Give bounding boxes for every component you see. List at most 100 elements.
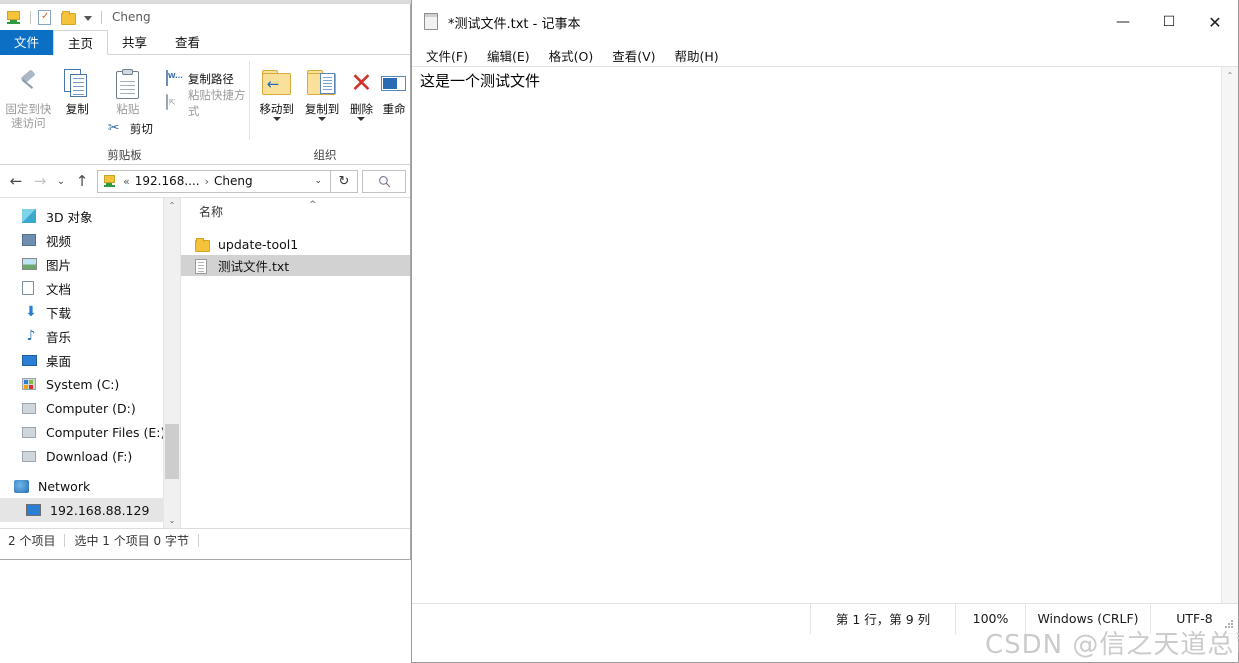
tree-item-label: 3D 对象 <box>46 209 93 225</box>
status-zoom-level: 100% <box>955 603 1025 634</box>
rename-button[interactable]: 重命 <box>378 62 410 116</box>
ribbon-tab-share[interactable]: 共享 <box>108 30 161 55</box>
file-name: 测试文件.txt <box>218 259 290 274</box>
explorer-status-bar: 2 个项目 选中 1 个项目 0 字节 <box>0 528 410 552</box>
tree-item-music[interactable]: ♪ 音乐 <box>0 324 180 348</box>
tree-item-network-computer[interactable]: 192.168.88.129 <box>0 498 180 522</box>
tree-item-computer-d[interactable]: Computer (D:) <box>0 396 180 420</box>
tree-item-label: 图片 <box>46 257 72 273</box>
pin-label-line2: 速访问 <box>11 116 46 130</box>
tree-item-network[interactable]: Network <box>0 474 180 498</box>
breadcrumb-chevron-icon[interactable]: › <box>202 175 212 188</box>
copy-to-caret-icon[interactable] <box>318 117 327 121</box>
copy-button[interactable]: 复制 <box>57 62 98 116</box>
tree-item-desktop[interactable]: 桌面 <box>0 348 180 372</box>
computer-icon[interactable] <box>6 9 23 26</box>
tree-list: 3D 对象 视频 图片 文档 ⬇ 下载 ♪ 音乐 桌面 System (C:) … <box>0 198 180 522</box>
scissors-icon: ✂ <box>107 120 120 136</box>
navigation-bar: ← → ⌄ ↑ « 192.168.... › Cheng ⌄ ↻ <box>0 165 410 197</box>
notepad-title-bar[interactable]: *测试文件.txt - 记事本 — ☐ ✕ <box>412 0 1238 44</box>
address-overflow-icon[interactable]: « <box>120 175 133 188</box>
address-computer-icon <box>103 174 116 188</box>
paste-icon <box>98 66 158 102</box>
tree-item-downloads[interactable]: ⬇ 下载 <box>0 300 180 324</box>
paste-shortcut-button[interactable]: ⇱ 粘贴快捷方式 <box>165 88 249 118</box>
copy-to-button[interactable]: 复制到 <box>299 62 344 121</box>
tree-item-videos[interactable]: 视频 <box>0 228 180 252</box>
file-explorer-window: ✓ Cheng 文件 主页 共享 查看 固定到快 速访问 复制 粘贴 ✂ 剪切 … <box>0 4 411 560</box>
maximize-button[interactable]: ☐ <box>1146 0 1192 44</box>
refresh-button[interactable]: ↻ <box>330 169 358 193</box>
tree-item-label: Computer (D:) <box>46 400 136 416</box>
network-computer-icon <box>26 502 44 518</box>
cut-button[interactable]: ✂ 剪切 <box>98 118 158 139</box>
tree-item-system-c[interactable]: System (C:) <box>0 372 180 396</box>
paste-shortcut-icon: ⇱ <box>165 94 183 110</box>
scroll-down-icon[interactable]: ⌄ <box>164 513 180 528</box>
status-divider-2 <box>197 534 199 547</box>
tree-scrollbar[interactable]: ⌃ ⌄ <box>163 198 180 528</box>
menu-edit[interactable]: 编辑(E) <box>487 46 530 65</box>
paste-button[interactable]: 粘贴 <box>98 62 158 116</box>
text-file-icon <box>195 258 213 274</box>
address-bar[interactable]: « 192.168.... › Cheng ⌄ <box>97 169 331 193</box>
paste-label: 粘贴 <box>116 102 140 116</box>
navigation-pane: 3D 对象 视频 图片 文档 ⬇ 下载 ♪ 音乐 桌面 System (C:) … <box>0 198 180 528</box>
ribbon-tab-file[interactable]: 文件 <box>0 30 53 55</box>
up-button[interactable]: ↑ <box>70 169 94 193</box>
tree-item-3d-objects[interactable]: 3D 对象 <box>0 204 180 228</box>
tree-item-label: 192.168.88.129 <box>50 502 150 518</box>
desktop-icon <box>22 352 40 368</box>
customize-caret-icon[interactable] <box>84 15 92 21</box>
tree-item-label: Download (F:) <box>46 448 133 464</box>
pin-to-quick-access-button[interactable]: 固定到快 速访问 <box>0 62 57 130</box>
music-icon: ♪ <box>26 328 36 344</box>
ribbon-tab-view[interactable]: 查看 <box>161 30 214 55</box>
ribbon-tab-bar: 文件 主页 共享 查看 <box>0 30 410 55</box>
menu-view[interactable]: 查看(V) <box>612 46 655 65</box>
column-header-label: 名称 <box>199 204 224 219</box>
tree-item-download-f[interactable]: Download (F:) <box>0 444 180 468</box>
tree-item-label: System (C:) <box>46 376 120 392</box>
videos-icon <box>22 232 40 248</box>
rename-icon <box>378 66 410 102</box>
status-line-ending: Windows (CRLF) <box>1025 603 1150 634</box>
scroll-up-icon[interactable]: ⌃ <box>164 198 180 214</box>
notepad-text-area[interactable]: 这是一个测试文件 <box>412 67 1238 91</box>
close-button[interactable]: ✕ <box>1192 0 1238 44</box>
chevron-up-icon[interactable]: ⌃ <box>1222 67 1238 84</box>
move-to-caret-icon[interactable] <box>272 117 281 121</box>
forward-button[interactable]: → <box>28 169 52 193</box>
tree-item-computer-files-e[interactable]: Computer Files (E:) <box>0 420 180 444</box>
tree-item-pictures[interactable]: 图片 <box>0 252 180 276</box>
new-folder-icon[interactable] <box>61 9 78 26</box>
tree-item-documents[interactable]: 文档 <box>0 276 180 300</box>
address-dropdown-icon[interactable]: ⌄ <box>309 176 327 186</box>
rename-label: 重命 <box>382 102 406 116</box>
delete-button[interactable]: ✕ 删除 <box>345 62 378 121</box>
file-row-folder[interactable]: update-tool1 <box>181 234 410 255</box>
ribbon-tab-home[interactable]: 主页 <box>53 30 109 55</box>
scrollbar-thumb[interactable] <box>165 424 179 479</box>
minimize-button[interactable]: — <box>1100 0 1146 44</box>
recent-locations-button[interactable]: ⌄ <box>52 169 70 193</box>
column-header-name[interactable]: 名称 ^ <box>181 198 410 224</box>
delete-caret-icon[interactable] <box>357 117 366 121</box>
copy-path-icon: W... <box>165 70 183 86</box>
file-row-text[interactable]: 测试文件.txt <box>181 255 410 276</box>
menu-file[interactable]: 文件(F) <box>426 46 468 65</box>
resize-grip-icon[interactable] <box>1224 620 1234 630</box>
notepad-vertical-scrollbar[interactable]: ⌃ ⌄ <box>1221 67 1238 634</box>
search-input[interactable] <box>362 169 406 193</box>
notepad-title: *测试文件.txt - 记事本 <box>448 16 581 32</box>
properties-icon[interactable]: ✓ <box>38 9 55 26</box>
delete-label: 删除 <box>349 102 373 116</box>
breadcrumb-segment-host[interactable]: 192.168.... <box>133 174 202 188</box>
system-drive-icon <box>22 376 40 392</box>
back-button[interactable]: ← <box>4 169 28 193</box>
menu-format[interactable]: 格式(O) <box>549 46 594 65</box>
pin-icon <box>0 66 57 102</box>
breadcrumb-segment-folder[interactable]: Cheng <box>212 174 255 188</box>
menu-help[interactable]: 帮助(H) <box>675 46 719 65</box>
move-to-button[interactable]: ← 移动到 <box>254 62 299 121</box>
